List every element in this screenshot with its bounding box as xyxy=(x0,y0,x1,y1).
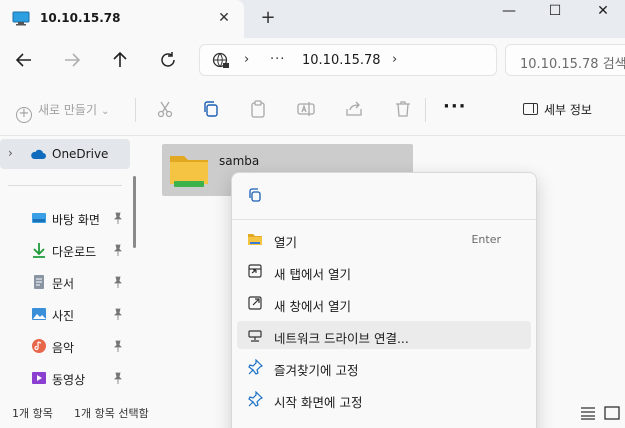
up-arrow-icon[interactable] xyxy=(108,48,132,72)
network-globe-icon xyxy=(212,52,229,68)
command-bar: + 새로 만들기 ⌄ ··· 세부 정보 xyxy=(0,84,625,136)
map-drive-icon xyxy=(248,330,262,342)
tab-current[interactable]: 10.10.15.78 ✕ xyxy=(0,0,244,38)
sidebar-divider xyxy=(8,185,122,186)
maximize-button[interactable]: ☐ xyxy=(532,0,578,26)
cloud-icon xyxy=(31,149,46,159)
menu-item-label: 열기 xyxy=(274,235,298,250)
sidebar-item-downloads[interactable]: 다운로드 xyxy=(0,235,130,265)
address-path[interactable]: 10.10.15.78 xyxy=(302,53,381,68)
pin-icon xyxy=(114,276,122,288)
menu-item-label: 네트워크 드라이브 연결... xyxy=(274,331,409,346)
details-view-icon[interactable] xyxy=(580,406,596,420)
new-label: 새로 만들기 xyxy=(38,103,98,117)
menu-item-label: 시작 화면에 고정 xyxy=(274,395,363,410)
sidebar-item-videos[interactable]: 동영상 xyxy=(0,363,130,393)
open-folder-icon xyxy=(248,234,262,245)
sidebar-item-label: 다운로드 xyxy=(52,245,97,259)
sidebar-item-label: OneDrive xyxy=(52,147,109,161)
details-pane-icon xyxy=(523,103,538,115)
copy-icon[interactable] xyxy=(201,99,221,119)
pin-icon xyxy=(114,308,122,320)
new-button[interactable]: + 새로 만들기 ⌄ xyxy=(16,101,109,123)
copy-icon[interactable] xyxy=(247,187,263,203)
download-icon xyxy=(33,243,45,258)
title-bar: 10.10.15.78 ✕ + — ☐ ✕ xyxy=(0,0,625,38)
menu-item-pin-start[interactable]: 시작 화면에 고정 xyxy=(237,385,531,413)
refresh-icon[interactable] xyxy=(156,48,180,72)
sidebar-item-pictures[interactable]: 사진 xyxy=(0,299,130,329)
network-folder-icon xyxy=(170,156,208,187)
pictures-icon xyxy=(32,308,46,320)
sidebar-scrollbar[interactable] xyxy=(133,176,136,248)
sidebar-item-label: 음악 xyxy=(52,341,75,355)
details-label: 세부 정보 xyxy=(544,103,592,117)
chevron-down-icon: ⌄ xyxy=(101,106,110,117)
plus-icon: + xyxy=(16,107,32,123)
sidebar-item-label: 바탕 화면 xyxy=(52,213,100,227)
forward-arrow-icon[interactable] xyxy=(60,48,84,72)
tab-title: 10.10.15.78 xyxy=(40,11,121,25)
pin-icon xyxy=(114,372,122,384)
menu-item-open[interactable]: 열기 Enter xyxy=(237,225,531,253)
sidebar-item-music[interactable]: 음악 xyxy=(0,331,130,361)
toolbar-divider xyxy=(135,98,136,122)
search-input[interactable]: 10.10.15.78 검색 xyxy=(505,44,625,76)
menu-item-label: 새 탭에서 열기 xyxy=(274,267,351,282)
menu-item-open-new-window[interactable]: 새 창에서 열기 xyxy=(237,289,531,317)
sidebar-item-desktop[interactable]: 바탕 화면 xyxy=(0,203,130,233)
menu-item-label: 새 창에서 열기 xyxy=(274,299,351,314)
tiles-view-icon[interactable] xyxy=(604,406,620,420)
more-options-button[interactable]: ··· xyxy=(443,96,467,117)
menu-item-pin-quick-access[interactable]: 즐겨찾기에 고정 xyxy=(237,353,531,381)
sidebar-item-onedrive[interactable]: › OneDrive xyxy=(0,139,130,169)
details-pane-button[interactable]: 세부 정보 xyxy=(523,101,592,118)
item-count: 1개 항목 xyxy=(12,407,53,420)
new-window-icon xyxy=(248,296,262,310)
ellipsis-icon[interactable]: ··· xyxy=(270,52,285,67)
address-bar[interactable]: › ··· 10.10.15.78 › xyxy=(199,44,497,76)
menu-item-label: 즐겨찾기에 고정 xyxy=(274,363,359,378)
navigation-bar: › ··· 10.10.15.78 › 10.10.15.78 검색 xyxy=(0,38,625,84)
chevron-right-icon[interactable]: › xyxy=(392,52,397,67)
computer-icon xyxy=(12,11,30,26)
toolbar-divider xyxy=(425,98,426,122)
menu-divider xyxy=(232,219,536,220)
menu-item-shortcut: Enter xyxy=(471,233,501,246)
pin-icon xyxy=(248,391,263,407)
menu-item-map-network-drive[interactable]: 네트워크 드라이브 연결... xyxy=(237,321,531,349)
delete-icon[interactable] xyxy=(393,99,413,119)
close-window-button[interactable]: ✕ xyxy=(580,0,625,26)
context-menu: 열기 Enter 새 탭에서 열기 새 창에서 열기 네트워크 드라이브 연결.… xyxy=(231,172,537,428)
menu-item-open-new-tab[interactable]: 새 탭에서 열기 xyxy=(237,257,531,285)
new-tab-icon xyxy=(248,264,262,278)
new-tab-button[interactable]: + xyxy=(258,8,278,28)
pin-icon xyxy=(114,340,122,352)
pin-icon xyxy=(248,359,263,375)
selected-count: 1개 항목 선택함 xyxy=(74,407,149,420)
sidebar-item-label: 사진 xyxy=(52,309,75,323)
rename-icon[interactable] xyxy=(296,99,316,119)
sidebar-item-label: 동영상 xyxy=(52,373,86,387)
close-tab-icon[interactable]: ✕ xyxy=(214,8,234,28)
chevron-right-icon[interactable]: › xyxy=(244,52,249,67)
chevron-right-icon[interactable]: › xyxy=(8,146,13,160)
document-icon xyxy=(34,275,44,289)
pin-icon xyxy=(114,244,122,256)
sidebar-item-documents[interactable]: 문서 xyxy=(0,267,130,297)
share-icon[interactable] xyxy=(344,99,364,119)
cut-icon[interactable] xyxy=(155,99,175,119)
search-placeholder: 10.10.15.78 검색 xyxy=(520,57,625,72)
videos-icon xyxy=(32,372,46,384)
paste-icon[interactable] xyxy=(248,99,268,119)
desktop-icon xyxy=(32,213,46,223)
music-icon xyxy=(32,339,46,353)
navigation-pane: › OneDrive 바탕 화면 다운로드 문서 사진 음악 동영상 xyxy=(0,136,145,400)
back-arrow-icon[interactable] xyxy=(12,48,36,72)
sidebar-item-label: 문서 xyxy=(52,277,75,291)
minimize-button[interactable]: — xyxy=(486,0,532,26)
file-name: samba xyxy=(219,154,260,168)
pin-icon xyxy=(114,212,122,224)
